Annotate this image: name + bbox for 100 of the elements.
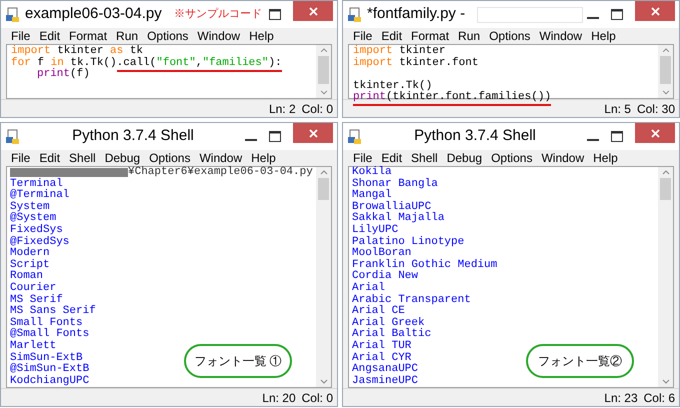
font-name-line: Arial CE	[352, 306, 405, 318]
font-name-line: Shonar Bangla	[352, 178, 438, 190]
font-name-line: @SimSun-ExtB	[10, 364, 90, 376]
menu-item[interactable]: Debug	[104, 151, 140, 165]
font-name-line: Sakkal Majalla	[352, 213, 444, 224]
font-name-line: Cordia New	[352, 271, 418, 282]
font-name-line: Arial	[352, 282, 386, 294]
font-name-line: LilyUPC	[352, 224, 398, 236]
window-title: example06-03-04.py	[25, 4, 162, 24]
font-name-line: Franklin Gothic Medium	[352, 260, 498, 271]
close-icon	[308, 128, 318, 138]
font-name-line: @FixedSys	[10, 236, 70, 248]
scroll-up-icon[interactable]	[662, 48, 670, 53]
font-name-line: @Small Fonts	[10, 329, 90, 340]
menu-item[interactable]: Edit	[381, 29, 402, 43]
menu-item[interactable]: Help	[249, 29, 274, 43]
menu-item[interactable]: Edit	[39, 151, 60, 165]
menu-item[interactable]: Edit	[39, 29, 60, 43]
menu-item[interactable]: Help	[251, 151, 276, 165]
callout-text: フォント一覧 ①	[194, 353, 282, 370]
scroll-thumb[interactable]	[318, 178, 329, 200]
code-line: tkinter.Tk()	[353, 80, 432, 92]
code-line: import tkinter.font	[353, 58, 478, 69]
scroll-up-icon[interactable]	[320, 170, 328, 175]
code-line: for f in tk.Tk().call("font","families"):	[11, 58, 282, 69]
menu-item[interactable]: Help	[591, 29, 616, 43]
scroll-down-icon[interactable]	[662, 90, 670, 95]
font-name-line: Arial Baltic	[352, 329, 432, 340]
menu-item[interactable]: Format	[69, 29, 108, 43]
maximize-icon[interactable]	[269, 131, 281, 142]
maximize-icon[interactable]	[611, 131, 623, 142]
status-text: Col: 6	[644, 390, 675, 406]
font-name-line: Palatino Linotype	[352, 236, 464, 248]
scrollbar[interactable]	[316, 167, 331, 387]
menu-item[interactable]: File	[11, 151, 30, 165]
font-name-line: AngsanaUPC	[352, 364, 418, 376]
menu-item[interactable]: Edit	[381, 151, 402, 165]
close-icon	[650, 6, 660, 16]
menu-item[interactable]: Window	[539, 29, 582, 43]
code-line: import tkinter	[353, 46, 446, 57]
font-name-line: Arabic Transparent	[352, 294, 471, 306]
close-button[interactable]	[635, 1, 675, 21]
annotation-note: ※サンプルコード	[174, 6, 262, 22]
scroll-up-icon[interactable]	[662, 170, 670, 175]
font-name-line: Arial Greek	[352, 318, 425, 329]
code-line: print(tkinter.font.families())	[353, 92, 552, 104]
font-name-line: SimSun-ExtB	[10, 352, 83, 364]
code-line: print(f)	[36, 69, 90, 80]
menu-item[interactable]: Options	[489, 29, 530, 43]
maximize-icon[interactable]	[611, 9, 623, 20]
menu-item[interactable]: Window	[199, 151, 242, 165]
close-button[interactable]	[293, 123, 333, 143]
menu-item[interactable]: Options	[149, 151, 190, 165]
maximize-icon[interactable]	[269, 9, 281, 20]
font-name-line: Arial TUR	[352, 340, 412, 352]
font-name-line: @Terminal	[10, 190, 70, 202]
font-name-line: Courier	[10, 282, 56, 294]
menu-item[interactable]: Run	[458, 29, 480, 43]
scroll-down-icon[interactable]	[662, 379, 670, 384]
close-button[interactable]	[293, 1, 333, 21]
menu-item[interactable]: Window	[541, 151, 584, 165]
python-file-icon	[347, 128, 363, 144]
scroll-thumb[interactable]	[660, 56, 671, 84]
font-name-line: Mangal	[352, 190, 392, 202]
font-name-line: FixedSys	[10, 224, 63, 236]
scroll-thumb[interactable]	[660, 178, 671, 200]
font-name-line: Script	[10, 260, 50, 271]
menu-item[interactable]: Window	[197, 29, 240, 43]
menu-item[interactable]: Options	[491, 151, 532, 165]
font-name-line: @System	[10, 213, 56, 224]
scroll-thumb[interactable]	[318, 56, 329, 84]
close-icon	[650, 128, 660, 138]
menu-item[interactable]: File	[353, 151, 372, 165]
python-file-icon	[5, 6, 21, 22]
scroll-up-icon[interactable]	[320, 48, 328, 53]
font-name-line: BrowalliaUPC	[352, 202, 432, 213]
scrollbar[interactable]	[658, 45, 673, 98]
menu-item[interactable]: Run	[116, 29, 138, 43]
menu-item[interactable]: File	[11, 29, 30, 43]
scrollbar[interactable]	[316, 45, 331, 98]
window-title: Python 3.7.4 Shell	[72, 126, 194, 146]
status-text: Col: 30	[636, 100, 675, 118]
menu-item[interactable]: Format	[411, 29, 450, 43]
font-name-line: Kokila	[352, 167, 392, 178]
menu-item[interactable]: Shell	[411, 151, 438, 165]
file-path-line: ¥Chapter6¥example06-03-04.py	[128, 167, 313, 179]
scroll-down-icon[interactable]	[320, 90, 328, 95]
menu-item[interactable]: File	[353, 29, 372, 43]
close-button[interactable]	[635, 123, 675, 143]
status-text: Col: 0	[302, 100, 333, 118]
font-name-line: Roman	[10, 271, 44, 282]
menu-item[interactable]: Shell	[69, 151, 96, 165]
scroll-down-icon[interactable]	[320, 379, 328, 384]
callout-text: フォント一覧②	[538, 353, 622, 370]
scrollbar[interactable]	[658, 167, 673, 387]
python-file-icon	[5, 128, 21, 144]
menu-item[interactable]: Help	[593, 151, 618, 165]
menu-item[interactable]: Debug	[446, 151, 482, 165]
code-line: import tkinter as tk	[11, 46, 144, 57]
menu-item[interactable]: Options	[147, 29, 188, 43]
